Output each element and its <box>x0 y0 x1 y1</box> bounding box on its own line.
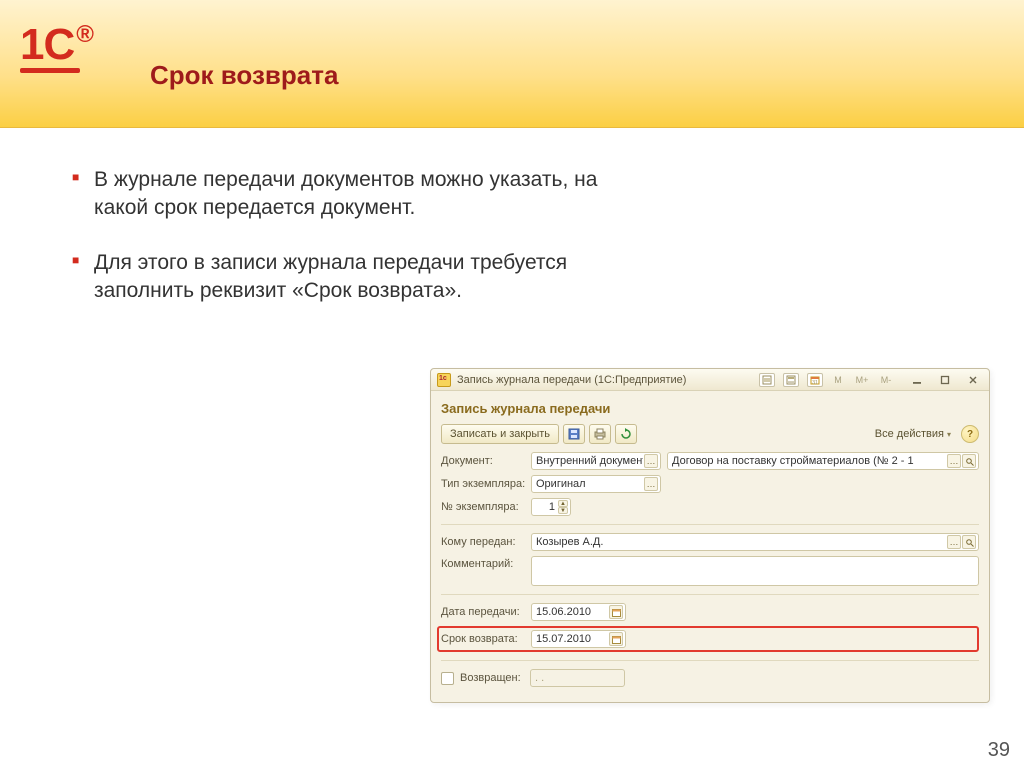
bullet-item: В журнале передачи документов можно указ… <box>72 166 632 223</box>
dialog-title-text: Запись журнала передачи (1С:Предприятие) <box>457 374 686 386</box>
ellipsis-icon[interactable]: … <box>947 535 961 549</box>
calendar-icon[interactable]: 31 <box>807 373 823 387</box>
maximize-button[interactable] <box>935 373 955 387</box>
mem-button-mminus[interactable]: M- <box>877 373 895 387</box>
dialog-titlebar: Запись журнала передачи (1С:Предприятие)… <box>431 369 989 391</box>
print-button[interactable] <box>589 424 611 444</box>
given-to-value: Козырев А.Д. <box>536 536 946 548</box>
dialog-toolbar: Записать и закрыть Все действия ▾ ? <box>441 424 979 444</box>
refresh-button[interactable] <box>615 424 637 444</box>
date-due-input[interactable]: 15.07.2010 <box>531 630 626 648</box>
date-sent-value: 15.06.2010 <box>536 606 608 618</box>
all-actions-label: Все действия <box>875 428 944 440</box>
search-icon[interactable] <box>962 454 976 468</box>
svg-text:31: 31 <box>812 380 818 385</box>
all-actions-button[interactable]: Все действия ▾ <box>875 428 951 440</box>
bullet-item: Для этого в записи журнала передачи треб… <box>72 249 632 306</box>
copy-type-select[interactable]: Оригинал … <box>531 475 661 493</box>
step-down-icon[interactable]: ▼ <box>558 507 568 514</box>
given-to-input[interactable]: Козырев А.Д. … <box>531 533 979 551</box>
label-date-due: Срок возврата: <box>441 633 531 645</box>
save-button[interactable] <box>563 424 585 444</box>
slide-header: 1C® Срок возврата <box>0 0 1024 128</box>
due-date-highlight: Срок возврата: 15.07.2010 <box>437 626 979 652</box>
returned-checkbox[interactable] <box>441 672 454 685</box>
save-and-close-label: Записать и закрыть <box>450 428 550 440</box>
divider <box>441 660 979 661</box>
copy-no-value: 1 <box>536 501 555 513</box>
returned-date-value: . . <box>535 672 622 684</box>
date-due-value: 15.07.2010 <box>536 633 608 645</box>
logo-1c: 1C® <box>20 20 91 73</box>
document-type-select[interactable]: Внутренний документ … <box>531 452 661 470</box>
returned-date-input[interactable]: . . <box>530 669 625 687</box>
dialog-journal-entry: Запись журнала передачи (1С:Предприятие)… <box>430 368 990 703</box>
calendar-icon[interactable] <box>609 605 623 619</box>
chevron-down-icon: ▾ <box>947 430 951 439</box>
calendar-icon[interactable] <box>609 632 623 646</box>
page-number: 39 <box>988 739 1010 762</box>
label-copy-no: № экземпляра: <box>441 501 531 513</box>
divider <box>441 524 979 525</box>
ellipsis-icon[interactable]: … <box>644 477 658 491</box>
label-comment: Комментарий: <box>441 556 531 570</box>
label-returned: Возвращен: <box>460 672 530 684</box>
step-up-icon[interactable]: ▲ <box>558 500 568 507</box>
comment-textarea[interactable] <box>531 556 979 586</box>
titlebar-tool-icon[interactable] <box>759 373 775 387</box>
document-name-input[interactable]: Договор на поставку стройматериалов (№ 2… <box>667 452 979 470</box>
label-date-sent: Дата передачи: <box>441 606 531 618</box>
divider <box>441 594 979 595</box>
bullet-list: В журнале передачи документов можно указ… <box>32 166 632 331</box>
search-icon[interactable] <box>962 535 976 549</box>
label-given-to: Кому передан: <box>441 536 531 548</box>
save-and-close-button[interactable]: Записать и закрыть <box>441 424 559 444</box>
calculator-icon[interactable] <box>783 373 799 387</box>
dialog-heading: Запись журнала передачи <box>441 401 979 416</box>
date-sent-input[interactable]: 15.06.2010 <box>531 603 626 621</box>
ellipsis-icon[interactable]: … <box>947 454 961 468</box>
label-document: Документ: <box>441 455 531 467</box>
copy-no-stepper[interactable]: 1 ▲ ▼ <box>531 498 571 516</box>
mem-button-m[interactable]: M <box>829 373 847 387</box>
close-button[interactable] <box>963 373 983 387</box>
help-button[interactable]: ? <box>961 425 979 443</box>
ellipsis-icon[interactable]: … <box>644 454 658 468</box>
copy-type-value: Оригинал <box>536 478 643 490</box>
slide-title: Срок возврата <box>150 60 338 91</box>
app-1c-icon <box>437 373 451 387</box>
label-copy-type: Тип экземпляра: <box>441 478 531 490</box>
document-name-value: Договор на поставку стройматериалов (№ 2… <box>672 455 946 467</box>
document-type-value: Внутренний документ <box>536 455 643 467</box>
mem-button-mplus[interactable]: M+ <box>853 373 871 387</box>
minimize-button[interactable] <box>907 373 927 387</box>
